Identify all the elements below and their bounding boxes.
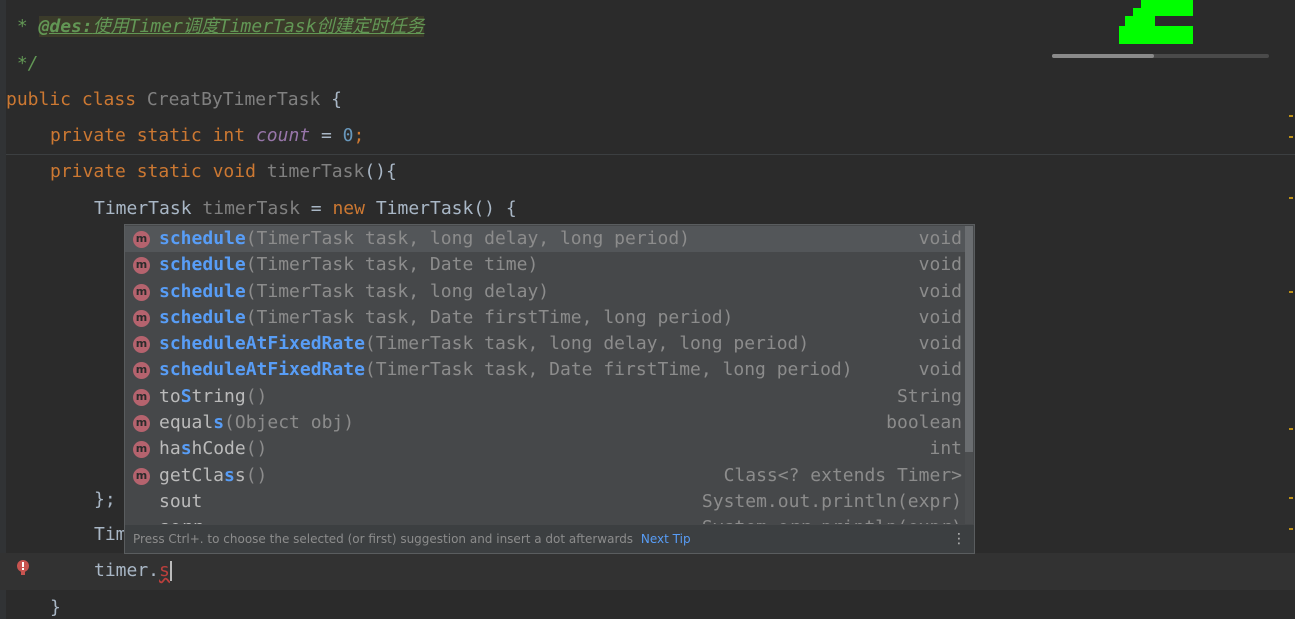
completion-item[interactable]: m equals(Object obj) boolean bbox=[125, 410, 966, 436]
completion-item-type: System.err.println(expr) bbox=[702, 515, 962, 524]
completion-item[interactable]: m schedule(TimerTask task, long delay, lo… bbox=[125, 226, 966, 253]
stripe-mark[interactable] bbox=[1289, 136, 1293, 138]
stripe-mark[interactable] bbox=[1289, 115, 1293, 117]
error-stripe[interactable] bbox=[1289, 0, 1295, 619]
completion-item[interactable]: serr System.err.println(expr) bbox=[125, 515, 966, 524]
code-line-timer-decl: Tim bbox=[94, 524, 127, 545]
completion-item-type: Class<? extends Timer> bbox=[723, 464, 962, 486]
completion-item-name: hashCode() bbox=[159, 438, 268, 460]
completion-footer: Press Ctrl+. to choose the selected (or … bbox=[125, 525, 974, 553]
code-line-class: public class CreatByTimerTask { bbox=[6, 89, 342, 110]
minimap-scrollbar[interactable] bbox=[1052, 54, 1269, 58]
code-line-timertask: TimerTask timerTask = new TimerTask() { bbox=[94, 198, 517, 219]
completion-popup[interactable]: m schedule(TimerTask task, long delay, lo… bbox=[124, 224, 975, 554]
current-line-highlight bbox=[0, 553, 1295, 590]
completion-list[interactable]: m schedule(TimerTask task, long delay, lo… bbox=[125, 226, 966, 524]
method-icon: m bbox=[133, 362, 150, 380]
completion-item-type: boolean bbox=[886, 412, 962, 434]
completion-item[interactable]: m schedule(TimerTask task, Date time) void bbox=[125, 252, 966, 278]
code-line-doc-end: */ bbox=[6, 53, 39, 74]
completion-item[interactable]: m scheduleAtFixedRate(TimerTask task, lon… bbox=[125, 331, 966, 357]
completion-item-name: sout bbox=[159, 490, 203, 512]
class-name: CreatByTimerTask bbox=[146, 89, 321, 110]
doc-highlight: @des:使用Timer调度TimerTask创建定时任务 bbox=[38, 16, 425, 37]
completion-item[interactable]: m schedule(TimerTask task, long delay) voi… bbox=[125, 279, 966, 305]
text-caret bbox=[169, 561, 172, 581]
completion-scrollbar[interactable] bbox=[965, 226, 973, 524]
completion-item[interactable]: m getClass() Class<? extends Timer> bbox=[125, 463, 966, 489]
completion-item-type: void bbox=[918, 333, 962, 355]
minimap-preview bbox=[1119, 0, 1193, 44]
code-line-current[interactable]: timer.s bbox=[94, 553, 172, 589]
completion-item-name: schedule(TimerTask task, Date firstTime,… bbox=[159, 306, 734, 328]
method-icon: m bbox=[133, 467, 150, 485]
completion-item-type: void bbox=[918, 359, 962, 381]
completion-item-type: void bbox=[918, 254, 962, 276]
completion-item-name: scheduleAtFixedRate(TimerTask task, long… bbox=[159, 333, 810, 355]
completion-item-name: serr bbox=[159, 515, 202, 524]
stripe-mark[interactable] bbox=[1289, 428, 1293, 430]
completion-item-type: String bbox=[896, 385, 962, 407]
completion-item-type: int bbox=[929, 438, 962, 460]
completion-item[interactable]: m scheduleAtFixedRate(TimerTask task, Dat… bbox=[125, 357, 966, 383]
method-icon: m bbox=[133, 441, 150, 459]
completion-item-name: scheduleAtFixedRate(TimerTask task, Date… bbox=[159, 359, 853, 381]
stripe-mark[interactable] bbox=[1289, 497, 1293, 499]
next-tip-link[interactable]: Next Tip bbox=[641, 532, 691, 546]
completion-item[interactable]: m hashCode() int bbox=[125, 436, 966, 462]
completion-item-name: schedule(TimerTask task, long delay) bbox=[159, 280, 550, 302]
method-icon: m bbox=[133, 415, 150, 433]
completion-scroll-thumb[interactable] bbox=[965, 226, 973, 452]
code-line-field: private static int count = 0; bbox=[50, 125, 365, 146]
method-icon: m bbox=[133, 257, 150, 275]
completion-item-name: toString() bbox=[159, 385, 268, 407]
minimap-scroll-thumb[interactable] bbox=[1052, 54, 1154, 58]
completion-item[interactable]: m schedule(TimerTask task, Date firstTime… bbox=[125, 305, 966, 331]
footer-hint: Press Ctrl+. to choose the selected (or … bbox=[133, 532, 634, 546]
completion-item-type: System.out.println(expr) bbox=[701, 490, 962, 512]
stripe-mark[interactable] bbox=[1289, 291, 1293, 293]
completion-item-name: schedule(TimerTask task, long delay, lon… bbox=[159, 228, 691, 249]
code-editor[interactable]: * @des:使用Timer调度TimerTask创建定时任务 */ publi… bbox=[0, 0, 1295, 619]
method-icon: m bbox=[133, 309, 150, 327]
code-line-doc: * @des:使用Timer调度TimerTask创建定时任务 bbox=[6, 16, 425, 37]
completion-item[interactable]: sout System.out.println(expr) bbox=[125, 489, 966, 515]
method-icon: m bbox=[133, 231, 150, 248]
code-line-close-anon: }; bbox=[94, 489, 116, 510]
stripe-mark[interactable] bbox=[1289, 197, 1293, 199]
code-line-method: private static void timerTask(){ bbox=[50, 161, 397, 182]
stripe-mark[interactable] bbox=[1289, 528, 1293, 530]
doc-tag: @des: bbox=[38, 16, 93, 37]
error-bulb-icon[interactable] bbox=[14, 558, 32, 580]
more-options-icon[interactable]: ⋮ bbox=[952, 525, 966, 553]
completion-item-name: getClass() bbox=[159, 464, 268, 486]
doc-text: 使用Timer调度TimerTask创建定时任务 bbox=[92, 16, 425, 37]
completion-item-name: equals(Object obj) bbox=[159, 412, 355, 434]
method-icon: m bbox=[133, 283, 150, 301]
code-line-close: } bbox=[50, 597, 61, 618]
typed-text: s bbox=[159, 560, 170, 581]
method-icon: m bbox=[133, 388, 150, 406]
completion-item-type: void bbox=[918, 306, 962, 328]
completion-item[interactable]: m toString() String bbox=[125, 384, 966, 410]
completion-item-type: void bbox=[918, 228, 962, 249]
method-icon: m bbox=[133, 336, 150, 354]
completion-item-type: void bbox=[918, 280, 962, 302]
completion-item-name: schedule(TimerTask task, Date time) bbox=[159, 254, 539, 276]
